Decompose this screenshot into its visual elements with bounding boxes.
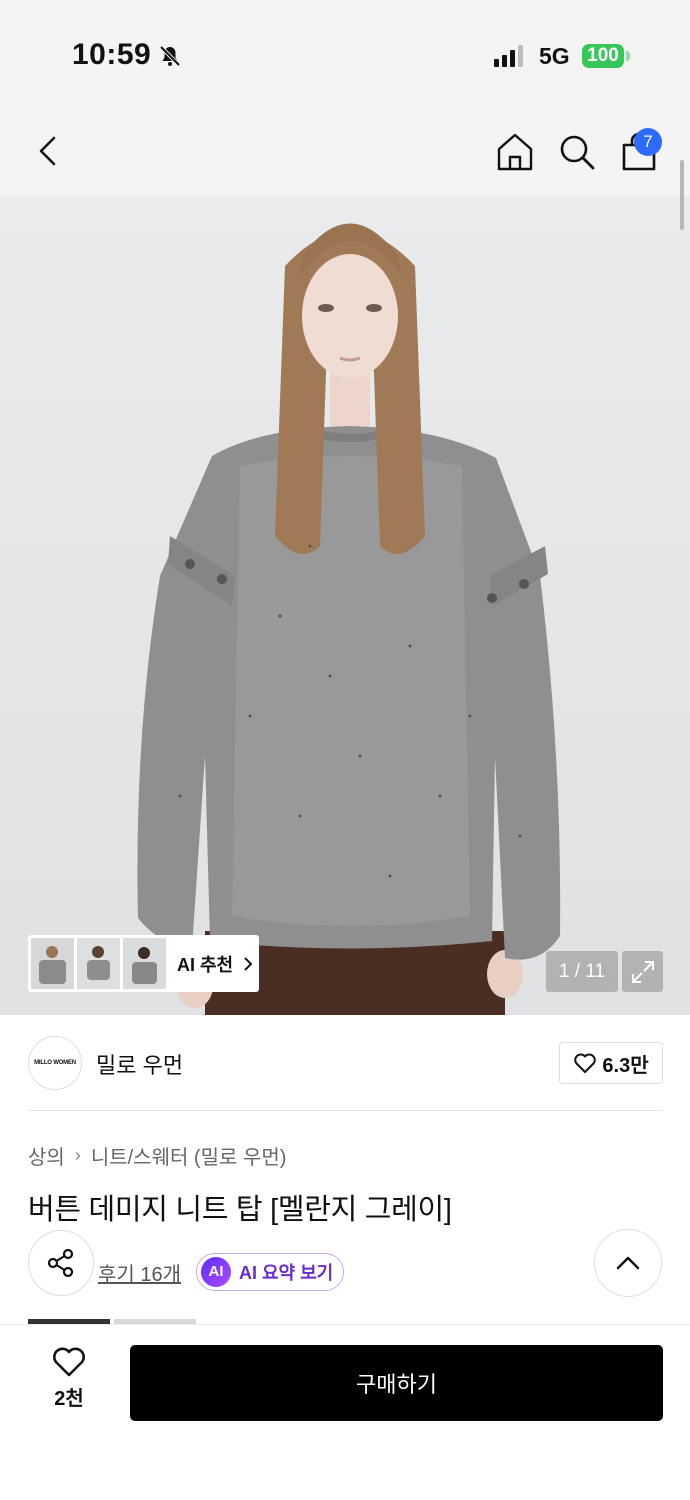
expand-icon	[631, 960, 654, 983]
search-icon	[560, 135, 595, 170]
battery-indicator: 100	[582, 44, 624, 68]
recommend-thumbnail[interactable]	[77, 938, 120, 989]
recommend-thumbnail[interactable]	[123, 938, 166, 989]
reviews-link[interactable]: 후기 16개	[98, 1258, 181, 1287]
breadcrumb: 상의 › 니트/스웨터 (밀로 우먼)	[28, 1141, 286, 1170]
thumbnail-image	[77, 938, 120, 989]
breadcrumb-category[interactable]: 상의	[28, 1141, 65, 1170]
heart-icon	[574, 1053, 597, 1073]
brand-like-button[interactable]: 6.3만	[559, 1042, 663, 1084]
recommend-thumbnail[interactable]	[31, 938, 74, 989]
brand-name[interactable]: 밀로 우먼	[96, 1048, 183, 1080]
fullscreen-button[interactable]	[622, 951, 663, 992]
image-counter: 1 / 11	[546, 951, 618, 992]
search-button[interactable]	[555, 130, 599, 174]
cart-count-badge: 7	[634, 128, 662, 156]
ai-badge-icon: AI	[201, 1257, 231, 1287]
wishlist-count: 2천	[54, 1388, 84, 1410]
brand-like-count: 6.3만	[602, 1054, 649, 1077]
status-time: 10:59	[72, 38, 152, 71]
ai-recommend-label: AI 추천	[177, 954, 234, 975]
brand-logo[interactable]: MILLO WOMEN	[28, 1036, 82, 1090]
ai-recommend-strip[interactable]: AI 추천	[28, 935, 259, 992]
back-button[interactable]	[26, 129, 70, 173]
share-button[interactable]	[28, 1230, 94, 1296]
product-image-gallery[interactable]	[0, 196, 690, 1015]
thumbnail-image	[123, 938, 166, 989]
chevron-up-icon	[616, 1256, 640, 1270]
cellular-signal-icon	[494, 45, 523, 67]
home-button[interactable]	[493, 130, 537, 174]
wishlist-button[interactable]: 2천	[40, 1346, 98, 1418]
section-divider	[28, 1110, 663, 1111]
network-type: 5G	[539, 43, 570, 69]
battery-tip	[626, 51, 630, 61]
ai-summary-button[interactable]: AI AI 요약 보기	[196, 1253, 345, 1291]
ai-summary-label: AI 요약 보기	[239, 1263, 334, 1283]
share-icon	[47, 1248, 74, 1278]
chevron-left-icon	[39, 136, 56, 166]
scroll-top-button[interactable]	[594, 1229, 662, 1297]
chevron-right-icon	[244, 956, 253, 971]
buy-button[interactable]: 구매하기	[130, 1345, 663, 1421]
thumbnail-image	[31, 938, 74, 989]
heart-icon	[53, 1347, 85, 1377]
home-icon	[497, 133, 533, 171]
breadcrumb-separator-icon: ›	[74, 1145, 81, 1165]
page-scrollbar[interactable]	[680, 160, 684, 230]
bell-muted-icon	[159, 45, 181, 67]
product-title: 버튼 데미지 니트 탑 [멜란지 그레이]	[28, 1194, 452, 1226]
product-photo	[137, 223, 561, 1015]
breadcrumb-subcategory[interactable]: 니트/스웨터 (밀로 우먼)	[91, 1141, 287, 1170]
